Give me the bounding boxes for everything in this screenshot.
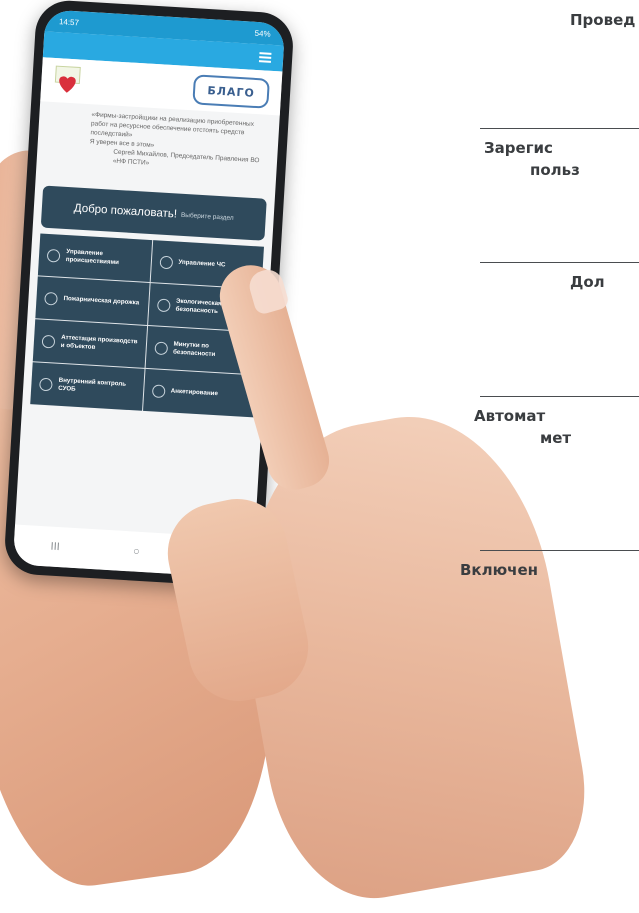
home-button[interactable]: ○ (133, 546, 140, 558)
divider (480, 550, 639, 551)
tile-label: Анкетирование (170, 387, 219, 398)
intro-quote: «Фирмы-застройщики на реализацию приобре… (36, 101, 280, 191)
hamburger-menu-icon[interactable] (258, 52, 272, 63)
feature-item: Включен (460, 561, 539, 579)
folder-icon (39, 377, 53, 391)
tile-label: Управление происшествиями (65, 248, 120, 267)
tile-label: Управление ЧС (178, 258, 226, 269)
feature-item: Зарегис (484, 139, 553, 157)
blago-logo: БЛАГО (192, 74, 270, 109)
tile-fire-path[interactable]: Пожарническая дорожка (35, 276, 150, 325)
tile-surveys[interactable]: Анкетирование (142, 368, 257, 418)
path-icon (44, 291, 58, 306)
feature-item: Автомат (474, 407, 546, 425)
status-time: 14:57 (58, 16, 80, 27)
feature-item: мет (540, 429, 572, 447)
recent-apps-button[interactable]: III (50, 541, 60, 554)
tile-internal-control[interactable]: Внутренний контроль СУОБ (30, 362, 145, 411)
tile-attestation[interactable]: Аттестация производств и объектов (32, 319, 147, 368)
lightning-icon (159, 255, 173, 269)
tile-label: Аттестация производств и объектов (60, 333, 138, 351)
document-icon (151, 383, 166, 398)
check-circle-icon (41, 334, 56, 348)
feature-item: Провед (570, 11, 636, 29)
cloud-icon (156, 297, 171, 312)
tile-incident-management[interactable]: Управление происшествиями (37, 233, 152, 282)
feature-item: Дол (570, 273, 605, 291)
tile-label: Внутренний контроль СУОБ (58, 376, 127, 393)
welcome-title: Добро пожаловать! (73, 202, 178, 221)
divider (480, 262, 639, 263)
welcome-banner: Добро пожаловать! Выберите раздел (40, 185, 267, 241)
heart-logo-icon (54, 65, 81, 93)
copy-icon (153, 340, 168, 355)
tile-label: Пожарническая дорожка (63, 294, 140, 307)
divider (480, 128, 639, 129)
battery-status: 54% (254, 28, 271, 39)
feature-list: Провед Зарегис польз Дол Автомат мет Вкл… (460, 0, 639, 875)
feature-item: польз (530, 161, 580, 179)
incident-icon (46, 248, 61, 263)
divider (480, 396, 639, 397)
welcome-subtitle: Выберите раздел (180, 211, 234, 222)
